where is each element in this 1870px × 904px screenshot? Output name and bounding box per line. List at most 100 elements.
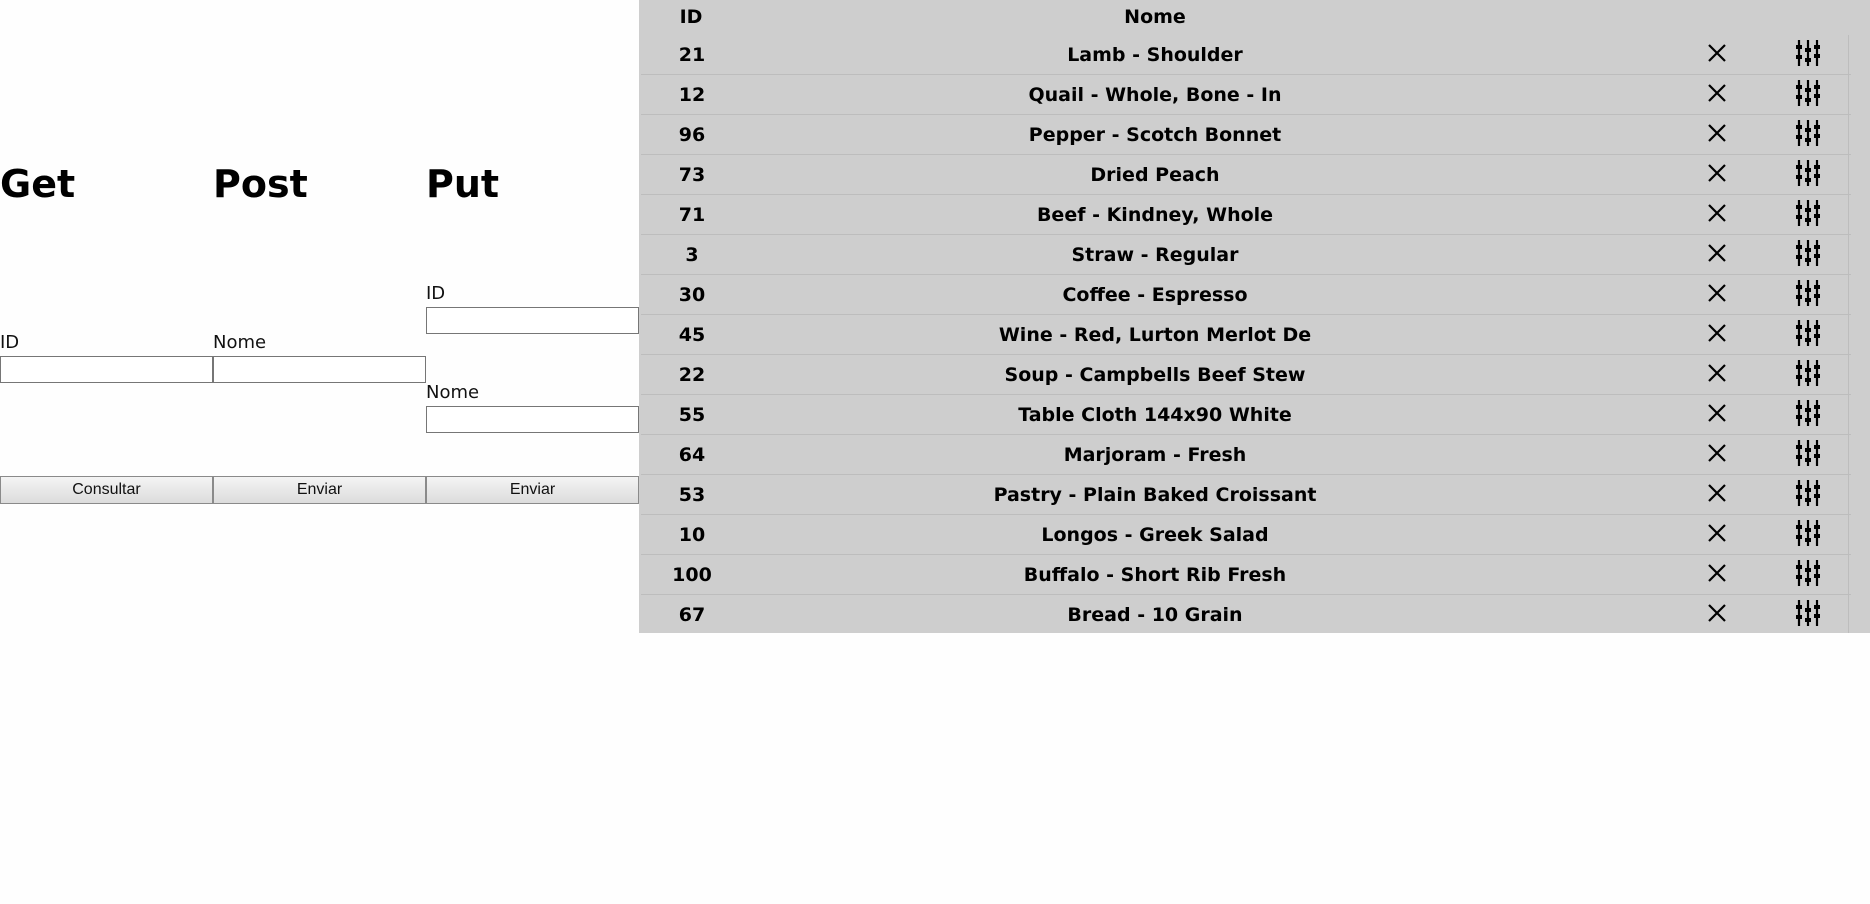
close-icon [1708,484,1726,502]
table-row: 96 Pepper - Scotch Bonnet [641,115,1851,155]
edit-button[interactable] [1790,275,1826,311]
sliders-icon [1796,80,1820,106]
put-heading: Put [426,162,500,206]
table-divider [1848,35,1849,633]
edit-button[interactable] [1790,75,1826,111]
cell-id: 53 [678,484,706,506]
close-icon [1708,604,1726,622]
cell-nome: Pastry - Plain Baked Croissant [993,484,1317,506]
close-icon [1708,404,1726,422]
delete-button[interactable] [1700,155,1734,191]
delete-button[interactable] [1700,475,1734,511]
delete-button[interactable] [1700,555,1734,591]
cell-nome: Beef - Kindney, Whole [1036,204,1274,226]
delete-button[interactable] [1700,355,1734,391]
delete-button[interactable] [1700,395,1734,431]
post-heading: Post [213,162,308,206]
get-id-input[interactable] [0,356,213,383]
edit-button[interactable] [1790,435,1826,471]
cell-id: 22 [678,364,706,386]
items-table: ID Nome 21 Lamb - Shoulder 12 Quail - Wh… [639,0,1870,633]
cell-id: 100 [672,564,712,586]
close-icon [1708,244,1726,262]
table-row: 71 Beef - Kindney, Whole [641,195,1851,235]
edit-button[interactable] [1790,555,1826,591]
table-row: 67 Bread - 10 Grain [641,595,1851,633]
sliders-icon [1796,360,1820,386]
get-id-label: ID [0,332,20,353]
edit-button[interactable] [1790,515,1826,551]
table-row: 12 Quail - Whole, Bone - In [641,75,1851,115]
edit-button[interactable] [1790,195,1826,231]
cell-nome: Buffalo - Short Rib Fresh [1023,564,1287,586]
sliders-icon [1796,400,1820,426]
delete-button[interactable] [1700,115,1734,151]
close-icon [1708,204,1726,222]
cell-id: 30 [678,284,706,306]
cell-id: 64 [678,444,706,466]
cell-nome: Lamb - Shoulder [1067,44,1243,66]
table-row: 10 Longos - Greek Salad [641,515,1851,555]
close-icon [1708,364,1726,382]
cell-id: 12 [678,84,706,106]
sliders-icon [1796,120,1820,146]
close-icon [1708,444,1726,462]
delete-button[interactable] [1700,595,1734,631]
put-id-label: ID [426,283,446,304]
edit-button[interactable] [1790,395,1826,431]
put-nome-input[interactable] [426,406,639,433]
column-header-id: ID [679,6,703,28]
delete-button[interactable] [1700,435,1734,471]
close-icon [1708,84,1726,102]
close-icon [1708,164,1726,182]
edit-button[interactable] [1790,155,1826,191]
sliders-icon [1796,240,1820,266]
sliders-icon [1796,480,1820,506]
put-id-input[interactable] [426,307,639,334]
post-nome-input[interactable] [213,356,426,383]
sliders-icon [1796,160,1820,186]
cell-nome: Table Cloth 144x90 White [1018,404,1292,426]
cell-nome: Longos - Greek Salad [1041,524,1269,546]
table-row: 53 Pastry - Plain Baked Croissant [641,475,1851,515]
table-body: 21 Lamb - Shoulder 12 Quail - Whole, Bon… [641,35,1851,633]
edit-button[interactable] [1790,595,1826,631]
sliders-icon [1796,520,1820,546]
cell-nome: Pepper - Scotch Bonnet [1028,124,1282,146]
delete-button[interactable] [1700,275,1734,311]
put-enviar-button[interactable]: Enviar [426,476,639,504]
edit-button[interactable] [1790,235,1826,271]
cell-id: 71 [678,204,706,226]
delete-button[interactable] [1700,515,1734,551]
cell-id: 96 [678,124,706,146]
cell-id: 10 [678,524,706,546]
table-row: 73 Dried Peach [641,155,1851,195]
consultar-button[interactable]: Consultar [0,476,213,504]
column-header-nome: Nome [1124,6,1186,28]
sliders-icon [1796,40,1820,66]
cell-nome: Bread - 10 Grain [1067,604,1243,626]
cell-nome: Marjoram - Fresh [1063,444,1247,466]
cell-nome: Quail - Whole, Bone - In [1028,84,1282,106]
edit-button[interactable] [1790,115,1826,151]
post-enviar-button[interactable]: Enviar [213,476,426,504]
cell-nome: Coffee - Espresso [1062,284,1248,306]
sliders-icon [1796,320,1820,346]
get-heading: Get [0,162,76,206]
cell-id: 21 [678,44,706,66]
sliders-icon [1796,440,1820,466]
edit-button[interactable] [1790,475,1826,511]
edit-button[interactable] [1790,315,1826,351]
cell-nome: Soup - Campbells Beef Stew [1004,364,1306,386]
cell-id: 73 [678,164,706,186]
delete-button[interactable] [1700,235,1734,271]
delete-button[interactable] [1700,315,1734,351]
sliders-icon [1796,600,1820,626]
delete-button[interactable] [1700,195,1734,231]
edit-button[interactable] [1790,355,1826,391]
delete-button[interactable] [1700,35,1734,71]
delete-button[interactable] [1700,75,1734,111]
edit-button[interactable] [1790,35,1826,71]
post-nome-label: Nome [213,332,267,353]
sliders-icon [1796,560,1820,586]
